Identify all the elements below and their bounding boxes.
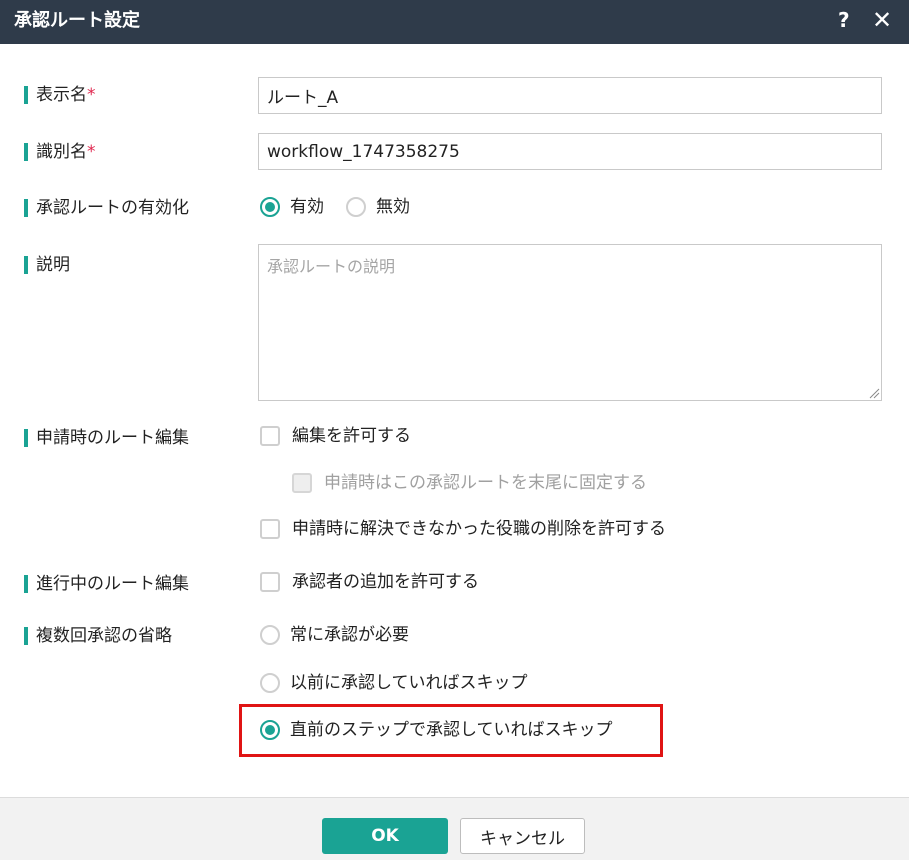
route-edit-apply-label: 申請時のルート編集 — [24, 426, 189, 450]
close-icon[interactable]: ✕ — [872, 6, 892, 34]
skip-option-previous[interactable]: 以前に承認していればスキップ — [260, 671, 528, 695]
display-name-label-text: 表示名 — [36, 85, 87, 105]
radio-selected-icon[interactable] — [260, 197, 280, 217]
resize-grip-icon[interactable] — [868, 387, 880, 399]
checkbox-icon[interactable] — [260, 426, 280, 446]
help-icon[interactable]: ? — [838, 6, 850, 34]
fix-route-end-checkbox: 申請時はこの承認ルートを末尾に固定する — [292, 471, 647, 495]
display-name-input[interactable] — [258, 77, 882, 114]
enable-radio-off[interactable]: 無効 — [346, 195, 410, 219]
highlight-box — [239, 704, 663, 757]
enable-label: 承認ルートの有効化 — [24, 196, 189, 220]
enable-option-label: 有効 — [290, 197, 324, 217]
allow-delete-unresolved-label: 申請時に解決できなかった役職の削除を許可する — [292, 519, 666, 539]
allow-delete-unresolved-checkbox[interactable]: 申請時に解決できなかった役職の削除を許可する — [260, 517, 666, 541]
dialog-titlebar: 承認ルート設定 ? ✕ — [0, 0, 909, 44]
disable-option-label: 無効 — [376, 197, 410, 217]
skip-option-always[interactable]: 常に承認が必要 — [260, 623, 409, 647]
allow-add-approver-label: 承認者の追加を許可する — [292, 572, 479, 592]
description-textarea[interactable] — [258, 244, 882, 401]
description-label: 説明 — [24, 253, 70, 277]
ok-button[interactable]: OK — [322, 818, 448, 854]
radio-unselected-icon[interactable] — [260, 673, 280, 693]
allow-add-approver-checkbox[interactable]: 承認者の追加を許可する — [260, 570, 479, 594]
skip-option-previous-label: 以前に承認していればスキップ — [290, 673, 528, 693]
allow-edit-checkbox[interactable]: 編集を許可する — [260, 424, 411, 448]
cancel-button[interactable]: キャンセル — [460, 818, 585, 854]
checkbox-icon[interactable] — [260, 572, 280, 592]
skip-option-always-label: 常に承認が必要 — [290, 625, 409, 645]
required-mark: * — [87, 142, 96, 162]
dialog-footer — [0, 797, 909, 860]
display-name-label: 表示名* — [24, 83, 96, 107]
identifier-label: 識別名* — [24, 140, 96, 164]
checkbox-icon[interactable] — [260, 519, 280, 539]
radio-unselected-icon[interactable] — [346, 197, 366, 217]
fix-route-end-label: 申請時はこの承認ルートを末尾に固定する — [324, 473, 647, 493]
route-edit-progress-label: 進行中のルート編集 — [24, 572, 189, 596]
dialog-title: 承認ルート設定 — [14, 10, 140, 31]
identifier-label-text: 識別名 — [36, 142, 87, 162]
radio-unselected-icon[interactable] — [260, 625, 280, 645]
skip-repeat-label: 複数回承認の省略 — [24, 624, 172, 648]
identifier-input[interactable] — [258, 133, 882, 170]
allow-edit-label: 編集を許可する — [292, 426, 411, 446]
enable-radio-on[interactable]: 有効 — [260, 195, 324, 219]
checkbox-disabled-icon — [292, 473, 312, 493]
required-mark: * — [87, 85, 96, 105]
